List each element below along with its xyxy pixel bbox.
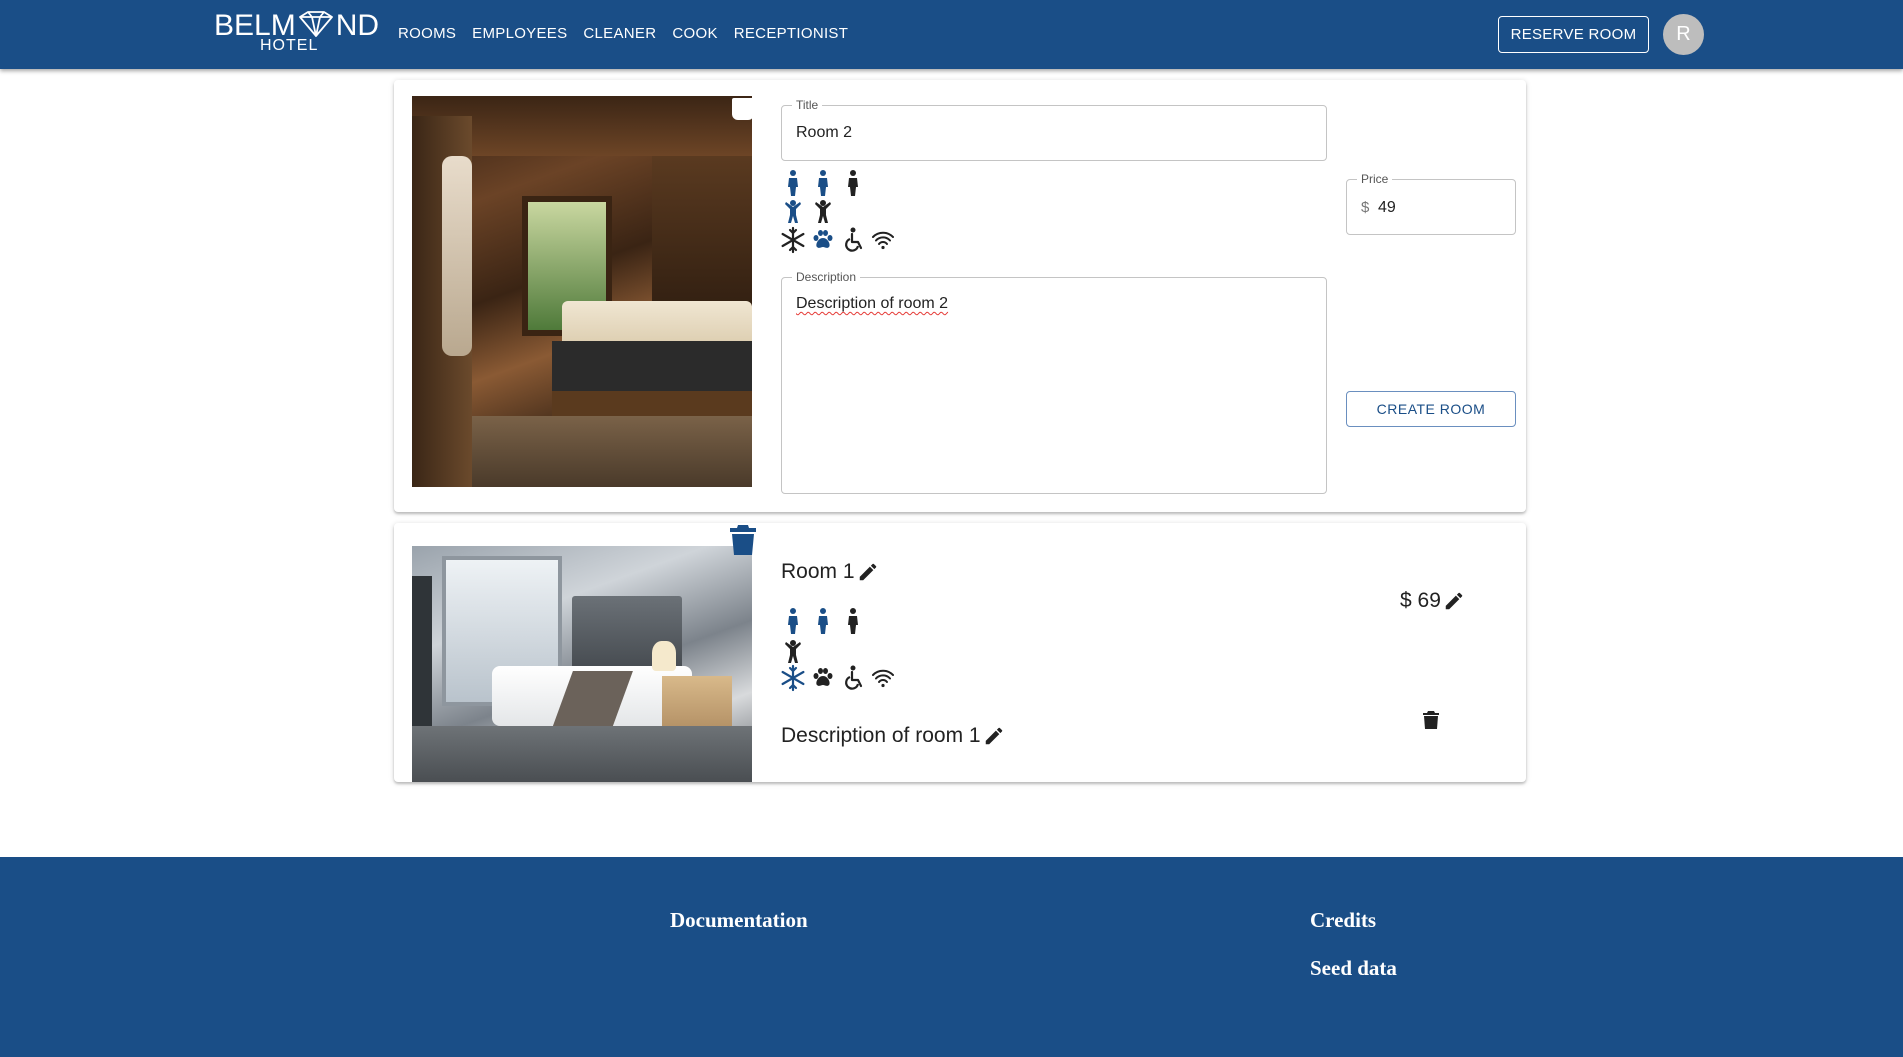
- nav-links: ROOMS EMPLOYEES CLEANER COOK RECEPTIONIS…: [390, 24, 856, 44]
- edit-title-icon[interactable]: [857, 561, 879, 583]
- room-title-text: Room 1: [781, 560, 855, 583]
- price-field[interactable]: Price $ 49: [1346, 172, 1516, 235]
- create-room-button[interactable]: CREATE ROOM: [1346, 391, 1516, 427]
- wheelchair-icon[interactable]: [841, 226, 865, 254]
- adult-person-icon[interactable]: [841, 607, 865, 635]
- adult-person-icon[interactable]: [811, 169, 835, 197]
- adult-person-icon[interactable]: [781, 169, 805, 197]
- brand-subtitle: HOTEL: [260, 37, 319, 54]
- nav-rooms[interactable]: ROOMS: [390, 24, 464, 44]
- footer-seed-data-link[interactable]: Seed data: [1310, 956, 1397, 981]
- price-input-value[interactable]: 49: [1378, 199, 1396, 217]
- room-description-text: Description of room 1: [781, 724, 981, 747]
- delete-room-icon[interactable]: [1422, 710, 1440, 730]
- adult-person-icon[interactable]: [841, 169, 865, 197]
- child-icon[interactable]: [811, 196, 835, 224]
- footer-documentation-link[interactable]: Documentation: [670, 908, 808, 933]
- price-legend: Price: [1357, 172, 1393, 186]
- guest-icons-adults: [781, 169, 865, 197]
- edit-description-icon[interactable]: [983, 725, 1005, 747]
- price-currency-prefix: $: [1361, 199, 1370, 216]
- snowflake-icon[interactable]: [781, 226, 805, 254]
- diamond-icon: [298, 11, 333, 37]
- nav-employees[interactable]: EMPLOYEES: [464, 24, 575, 44]
- room-photo: [412, 546, 752, 782]
- photo-corner-icon[interactable]: [732, 98, 754, 120]
- room-price: $ 69: [1400, 589, 1465, 613]
- brand-logo[interactable]: BELM ND HOTEL: [214, 10, 379, 54]
- room-guest-icons-adults: [781, 607, 865, 635]
- snowflake-icon[interactable]: [781, 664, 805, 692]
- reserve-room-button[interactable]: RESERVE ROOM: [1498, 16, 1649, 53]
- amenity-icons: [781, 226, 895, 254]
- nav-cleaner[interactable]: CLEANER: [575, 24, 664, 44]
- paw-icon[interactable]: [811, 664, 835, 692]
- edit-price-icon[interactable]: [1443, 590, 1465, 612]
- title-legend: Title: [792, 98, 823, 112]
- room-price-text: $ 69: [1400, 589, 1441, 612]
- delete-photo-icon[interactable]: [728, 523, 758, 557]
- room-description: Description of room 1: [781, 724, 1005, 748]
- new-room-card: Title Room 2 Description Description of …: [394, 80, 1526, 512]
- description-input-value[interactable]: Description of room 2: [796, 295, 948, 313]
- title-input-value[interactable]: Room 2: [796, 124, 852, 142]
- adult-person-icon[interactable]: [781, 607, 805, 635]
- wifi-icon[interactable]: [871, 664, 895, 692]
- guest-icons-children: [781, 196, 835, 224]
- child-icon[interactable]: [781, 636, 805, 664]
- room-guest-icons-children: [781, 636, 805, 664]
- nav-receptionist[interactable]: RECEPTIONIST: [726, 24, 856, 44]
- title-field[interactable]: Title Room 2: [781, 98, 1327, 161]
- child-icon[interactable]: [781, 196, 805, 224]
- wifi-icon[interactable]: [871, 226, 895, 254]
- footer-credits-link[interactable]: Credits: [1310, 908, 1376, 933]
- adult-person-icon[interactable]: [811, 607, 835, 635]
- top-navbar: BELM ND HOTEL ROOMS EMPLOYEES CLEANER COO…: [0, 0, 1903, 69]
- footer: Documentation Credits Seed data: [0, 857, 1903, 1057]
- nav-cook[interactable]: COOK: [664, 24, 725, 44]
- wheelchair-icon[interactable]: [841, 664, 865, 692]
- room-card: Room 1 Description of room 1 $ 69: [394, 523, 1526, 782]
- description-legend: Description: [792, 270, 861, 284]
- avatar[interactable]: R: [1663, 14, 1704, 55]
- room-photo-upload[interactable]: [412, 96, 752, 487]
- room-amenity-icons: [781, 664, 895, 692]
- paw-icon[interactable]: [811, 226, 835, 254]
- description-field[interactable]: Description Description of room 2: [781, 270, 1327, 494]
- room-title: Room 1: [781, 560, 879, 584]
